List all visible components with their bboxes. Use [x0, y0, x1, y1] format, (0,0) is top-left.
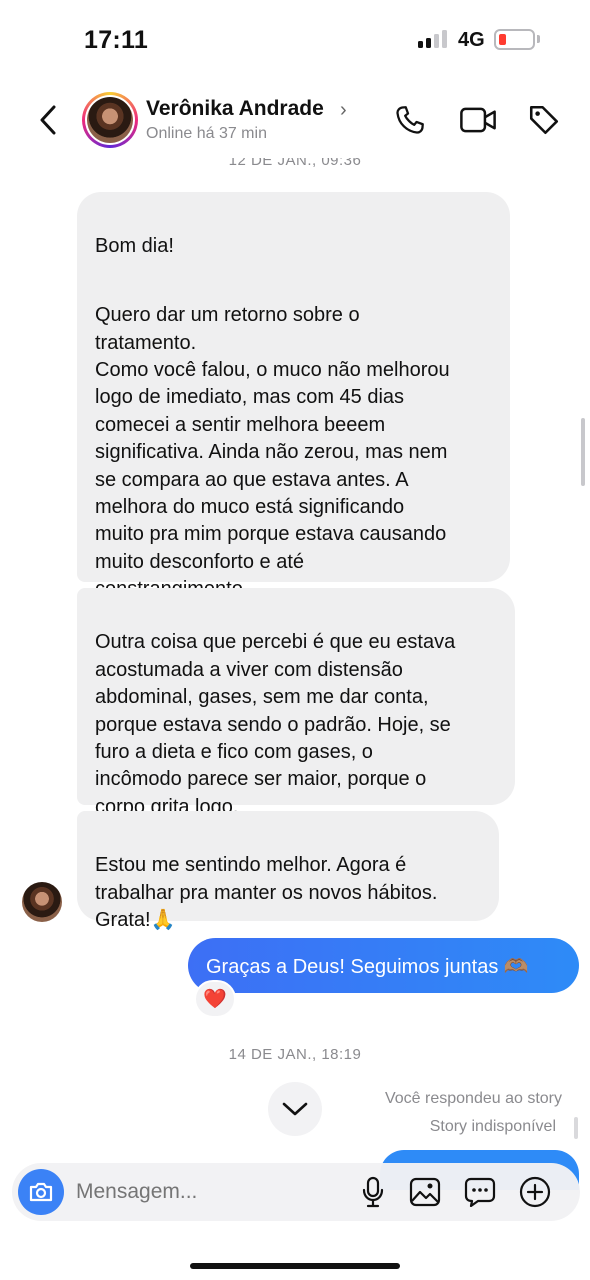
chevron-right-icon[interactable]: ›	[340, 99, 347, 122]
phone-icon	[396, 106, 424, 134]
scrollbar[interactable]	[581, 418, 585, 486]
back-button[interactable]	[32, 100, 64, 140]
story-reply-bar	[574, 1117, 578, 1139]
message-bubble-incoming[interactable]: Outra coisa que percebi é que eu estava …	[77, 588, 515, 818]
signal-icon	[418, 30, 448, 48]
message-bubble-outgoing[interactable]: Graças a Deus! Seguimos juntas 🫶🏽	[188, 938, 579, 993]
message-composer	[12, 1163, 580, 1221]
sticker-icon	[464, 1177, 496, 1207]
chat-header: Verônika Andrade › Online há 37 min	[0, 82, 590, 158]
chevron-down-icon	[282, 1102, 308, 1116]
message-bubble-incoming[interactable]: Estou me sentindo melhor. Agora é trabal…	[77, 811, 499, 931]
call-button[interactable]	[392, 102, 428, 138]
sticker-button[interactable]	[463, 1175, 497, 1209]
contact-status: Online há 37 min	[146, 125, 267, 142]
gallery-button[interactable]	[408, 1175, 442, 1209]
video-call-button[interactable]	[460, 102, 496, 138]
plus-icon	[519, 1176, 551, 1208]
status-bar: 17:11 4G	[0, 0, 590, 80]
scroll-down-button[interactable]	[268, 1082, 322, 1136]
video-camera-icon	[460, 107, 496, 133]
contact-avatar[interactable]	[82, 92, 138, 148]
story-reply-label: Você respondeu ao story	[384, 1090, 562, 1107]
home-indicator	[190, 1263, 400, 1269]
microphone-icon	[362, 1176, 384, 1208]
message-input[interactable]	[76, 1180, 346, 1204]
heart-icon: ❤️	[203, 989, 227, 1010]
back-icon	[40, 105, 56, 135]
network-type: 4G	[458, 29, 485, 51]
tag-button[interactable]	[526, 102, 562, 138]
message-text: Estou me sentindo melhor. Agora é trabal…	[95, 854, 438, 932]
story-unavailable-label: Story indisponível	[429, 1118, 556, 1135]
camera-icon	[29, 1182, 53, 1202]
message-text: Quero dar um retorno sobre o tratamento.…	[95, 304, 450, 600]
message-text: Bom dia!	[95, 235, 174, 258]
message-bubble-incoming[interactable]: Bom dia! Quero dar um retorno sobre o tr…	[77, 192, 510, 600]
battery-cap	[537, 35, 540, 43]
message-text: Outra coisa que percebi é que eu estava …	[95, 631, 456, 818]
date-separator: 14 DE JAN., 18:19	[228, 1046, 362, 1063]
sender-avatar[interactable]	[22, 882, 62, 922]
status-time: 17:11	[84, 26, 149, 54]
gallery-icon	[409, 1177, 441, 1207]
tag-icon	[529, 105, 559, 135]
camera-button[interactable]	[18, 1169, 64, 1215]
more-options-button[interactable]	[518, 1175, 552, 1209]
heart-reaction[interactable]: ❤️	[194, 980, 236, 1018]
contact-name[interactable]: Verônika Andrade	[146, 97, 324, 121]
avatar-photo	[87, 97, 133, 143]
battery-icon	[494, 29, 535, 50]
message-text: Graças a Deus! Seguimos juntas 🫶🏽	[206, 956, 529, 978]
voice-message-button[interactable]	[356, 1175, 390, 1209]
